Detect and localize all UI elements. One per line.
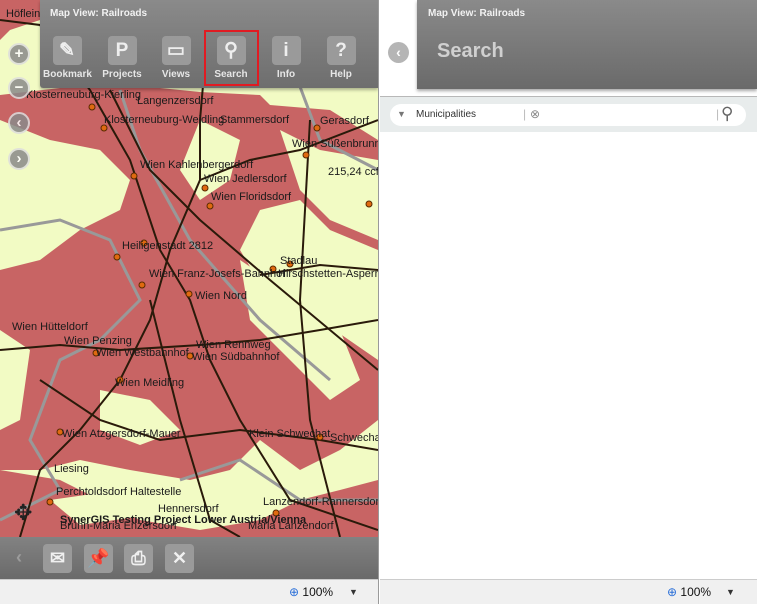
search-box: ▼ Municipalities | ⊗ | ⚲ [390, 104, 746, 126]
map-label: Klein Schwechat [249, 428, 331, 440]
map-label: Wien Atzgersdorf-Mauer [62, 428, 181, 440]
map-action-bar: ‹ ✉ 📌 ⎙ ✕ [0, 537, 378, 579]
back-button[interactable]: ‹ [388, 42, 409, 63]
map-label: Wien Franz-Josefs-Bahnhof [149, 268, 286, 280]
map-label: Wien Floridsdorf [211, 191, 292, 203]
bookmark-icon: ✎ [52, 36, 82, 65]
map-label: 215,24 ccf [328, 166, 378, 178]
map-label: Wien Nord [195, 290, 247, 302]
views-icon: ▭ [161, 36, 191, 65]
search-panel: ‹ Map View: Railroads Search ▼ Municipal… [380, 0, 757, 604]
search-header: Map View: Railroads Search [417, 0, 757, 89]
help-button[interactable]: ? Help [317, 36, 365, 80]
map-label: Stadlau [280, 255, 318, 267]
page-title: Search [437, 40, 504, 62]
print-button[interactable]: ⎙ [124, 544, 153, 573]
pan-back-button[interactable]: ‹ [8, 112, 30, 134]
map-label: Schwechat [330, 432, 378, 444]
zoom-dropdown-icon[interactable]: ▼ [726, 587, 735, 597]
projects-button[interactable]: P Projects [98, 36, 146, 80]
map-label: Wien Rennweg [196, 339, 271, 351]
zoom-in-button[interactable]: + [8, 43, 30, 65]
breadcrumb: Map View: Railroads [428, 8, 526, 19]
email-button[interactable]: ✉ [43, 544, 72, 573]
zoom-level[interactable]: ⊕ 100% [289, 585, 333, 599]
info-button[interactable]: i Info [262, 36, 310, 80]
category-dropdown-icon[interactable]: ▼ [397, 109, 406, 119]
map-label: Wien Penzing [64, 335, 132, 347]
search-submit-icon[interactable]: ⚲ [721, 104, 733, 124]
help-icon: ? [326, 36, 356, 65]
left-status-bar: ⊕ 100% ▼ [0, 579, 378, 604]
zoom-dropdown-icon[interactable]: ▼ [349, 587, 358, 597]
map-label: Klosterneuburg-Weidling [104, 114, 225, 126]
map-label: Klosterneuburg-Kierling [26, 89, 141, 101]
map-label: Wien Hütteldorf [12, 321, 88, 333]
info-icon: i [271, 36, 301, 65]
pin-icon: 📌 [87, 548, 110, 568]
clear-icon[interactable]: ⊗ [530, 107, 540, 121]
map-label: Wien Meidling [115, 377, 185, 389]
map-label: Wien Südbahnhof [192, 351, 280, 363]
category-select[interactable]: Municipalities [416, 109, 476, 120]
close-button[interactable]: ✕ [165, 544, 194, 573]
map-label: Wien Süßenbrunn [292, 138, 378, 150]
map-label: Wien Kahlenbergerdorf [140, 159, 254, 171]
north-arrow-icon: ✥ [14, 500, 33, 525]
map-label: Perchtoldsdorf Haltestelle [56, 486, 182, 498]
zoom-out-button[interactable]: − [8, 77, 30, 99]
map-label: Lanzendorf-Rannersdorf [263, 496, 378, 508]
map-label: Heiligenstadt 2812 [122, 240, 214, 252]
collapse-arrow-icon[interactable]: ‹ [16, 547, 22, 568]
map-view-title: Map View: Railroads [50, 8, 148, 19]
search-input[interactable] [546, 108, 716, 122]
map-label: Liesing [54, 463, 89, 475]
close-icon: ✕ [171, 548, 188, 568]
pan-forward-button[interactable]: › [8, 148, 30, 170]
mail-icon: ✉ [49, 548, 66, 568]
divider: | [716, 107, 720, 121]
projects-icon: P [107, 36, 137, 65]
right-status-bar: ⊕ 100% ▼ [380, 579, 757, 604]
map-label: Langenzersdorf [137, 95, 214, 107]
map-label: Wien Westbahnhof [96, 347, 189, 359]
views-button[interactable]: ▭ Views [152, 36, 200, 80]
map-label: Höflein [6, 8, 41, 20]
print-icon: ⎙ [131, 548, 146, 568]
zoom-icon: ⊕ [667, 585, 678, 599]
zoom-icon: ⊕ [289, 585, 300, 599]
map-label: Stammersdorf [220, 114, 290, 126]
zoom-level[interactable]: ⊕ 100% [667, 585, 711, 599]
map-panel: Höflein Klosterneuburg-Kierling Langenze… [0, 0, 379, 604]
map-toolbar: Map View: Railroads ✎ Bookmark P Projects … [40, 0, 378, 88]
divider: | [523, 107, 527, 121]
project-caption: SynerGIS Testing Project Lower Austria/V… [60, 514, 307, 526]
search-row: ▼ Municipalities | ⊗ | ⚲ [380, 96, 757, 132]
bookmark-button[interactable]: ✎ Bookmark [43, 36, 92, 80]
map-label: Gerasdorf [320, 115, 369, 127]
map-label: Hirschstetten-Aspern [278, 268, 378, 280]
map-label: Wien Jedlersdorf [204, 173, 287, 185]
selected-tool-highlight [204, 30, 259, 86]
pin-button[interactable]: 📌 [84, 544, 113, 573]
